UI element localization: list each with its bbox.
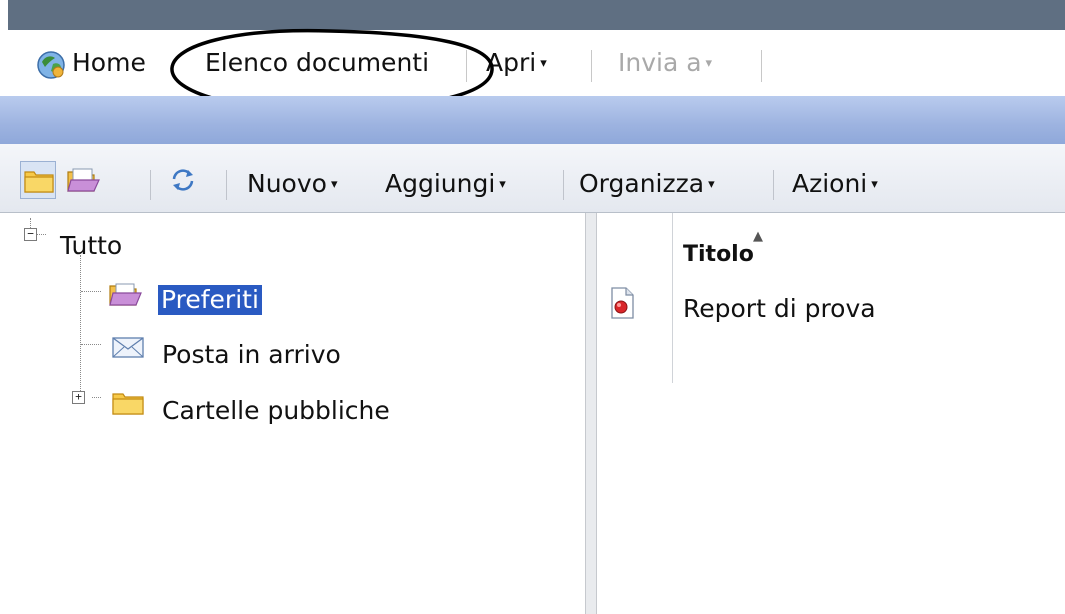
column-header-row — [597, 213, 1065, 269]
tree-item-inbox[interactable]: Posta in arrivo — [162, 340, 341, 370]
expand-toggle[interactable]: + — [72, 391, 85, 404]
toolbar-separator — [773, 170, 774, 200]
tree-connector — [81, 344, 101, 345]
actions-menu-label: Azioni — [792, 169, 868, 198]
collapse-toggle[interactable]: − — [24, 228, 37, 241]
add-menu[interactable]: Aggiungi ▾ — [385, 169, 506, 200]
header-band — [0, 96, 1065, 144]
refresh-icon[interactable] — [168, 166, 198, 194]
folder-icon — [112, 393, 144, 415]
tree-connector — [81, 291, 101, 292]
folder-icon — [24, 171, 54, 193]
column-header-title[interactable]: Titolo — [683, 241, 754, 269]
organize-menu-label: Organizza — [579, 169, 705, 198]
organize-menu[interactable]: Organizza ▾ — [579, 169, 715, 200]
pane-splitter[interactable] — [585, 213, 597, 614]
chevron-down-icon: ▾ — [499, 177, 506, 192]
chevron-down-icon: ▾ — [330, 177, 338, 192]
open-folder-icon — [109, 283, 142, 306]
inbox-icon — [112, 337, 144, 358]
open-folder-icon[interactable] — [66, 166, 100, 194]
toolbar-separator — [150, 170, 151, 200]
tree-connector — [80, 255, 81, 395]
chevron-down-icon: ▾ — [871, 177, 878, 192]
document-list-pane — [597, 213, 1065, 614]
toolbar-separator — [563, 170, 564, 200]
actions-menu[interactable]: Azioni ▾ — [792, 169, 878, 200]
sort-ascending-icon: ▲ — [753, 229, 763, 244]
report-icon — [611, 287, 634, 319]
tree-item-favorites[interactable]: Preferiti — [158, 285, 262, 315]
chevron-down-icon: ▾ — [708, 177, 715, 192]
new-menu[interactable]: Nuovo ▾ — [247, 169, 337, 200]
column-divider[interactable] — [672, 213, 673, 383]
tree-connector — [37, 234, 46, 235]
document-row-title[interactable]: Report di prova — [683, 294, 876, 324]
toolbar-separator — [226, 170, 227, 200]
toolbar — [0, 144, 1065, 213]
new-menu-label: Nuovo — [247, 169, 327, 198]
tree-root-label[interactable]: Tutto — [60, 231, 122, 261]
tree-connector — [92, 397, 101, 398]
tree-item-public-folders[interactable]: Cartelle pubbliche — [162, 396, 390, 426]
add-menu-label: Aggiungi — [385, 169, 496, 198]
